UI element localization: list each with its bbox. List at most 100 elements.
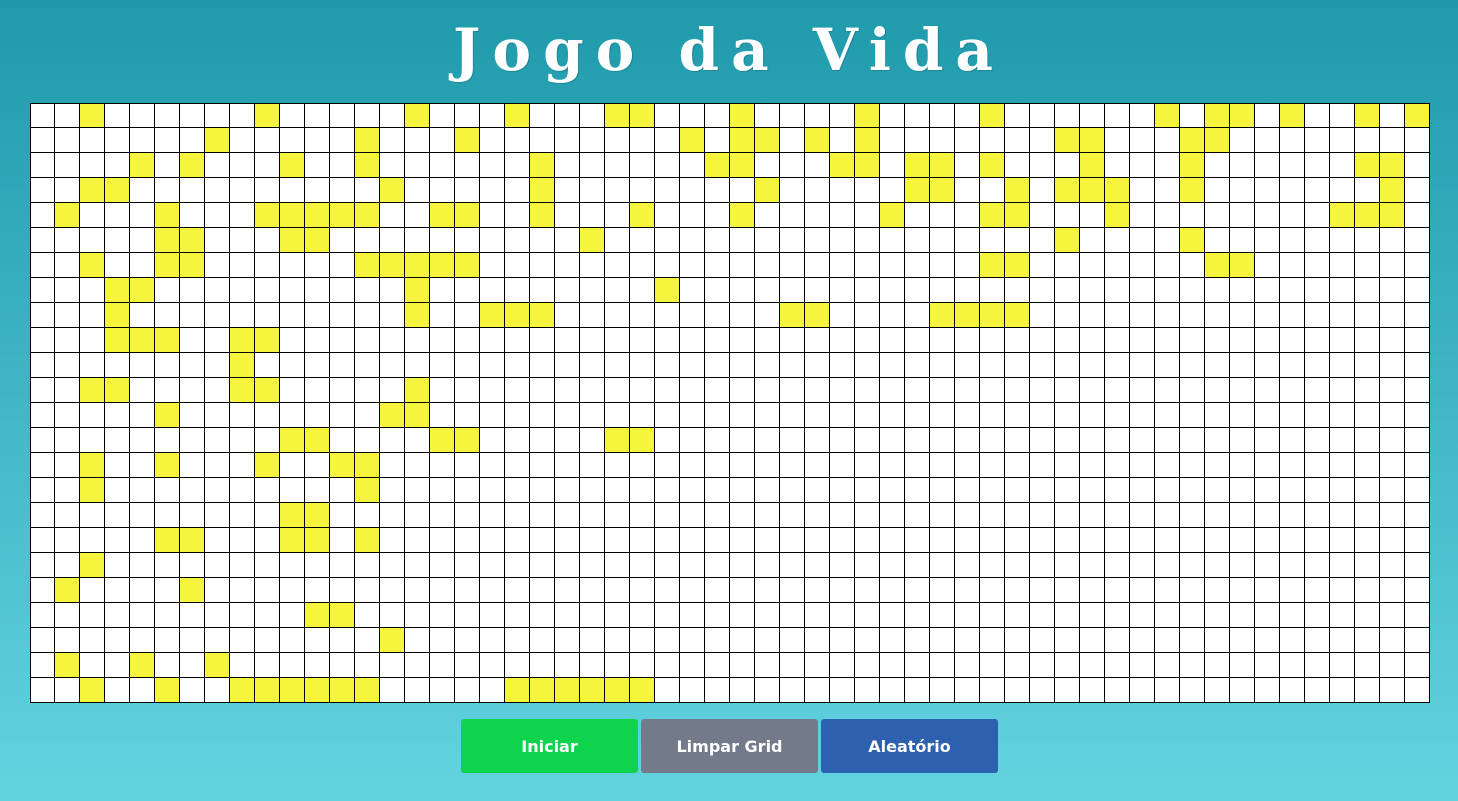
grid-cell[interactable] (555, 278, 580, 303)
grid-cell[interactable] (155, 378, 180, 403)
grid-cell[interactable] (430, 428, 455, 453)
grid-cell[interactable] (1180, 278, 1205, 303)
grid-cell[interactable] (1030, 678, 1055, 703)
grid-cell[interactable] (1255, 403, 1280, 428)
grid-cell[interactable] (455, 478, 480, 503)
grid-cell[interactable] (805, 153, 830, 178)
grid-cell[interactable] (580, 128, 605, 153)
grid-cell[interactable] (1330, 503, 1355, 528)
grid-cell[interactable] (605, 278, 630, 303)
grid-cell[interactable] (180, 453, 205, 478)
grid-cell[interactable] (605, 378, 630, 403)
grid-cell[interactable] (180, 203, 205, 228)
grid-cell[interactable] (155, 203, 180, 228)
grid-cell[interactable] (305, 553, 330, 578)
grid-cell[interactable] (1155, 453, 1180, 478)
grid-cell[interactable] (1180, 128, 1205, 153)
grid-cell[interactable] (980, 478, 1005, 503)
grid-cell[interactable] (1255, 253, 1280, 278)
grid-cell[interactable] (1180, 353, 1205, 378)
grid-cell[interactable] (755, 403, 780, 428)
grid-cell[interactable] (105, 503, 130, 528)
grid-cell[interactable] (680, 678, 705, 703)
grid-cell[interactable] (230, 603, 255, 628)
grid-cell[interactable] (1155, 478, 1180, 503)
grid-cell[interactable] (830, 403, 855, 428)
grid-cell[interactable] (805, 578, 830, 603)
grid-cell[interactable] (1255, 353, 1280, 378)
grid-cell[interactable] (1380, 328, 1405, 353)
grid-cell[interactable] (755, 653, 780, 678)
grid-cell[interactable] (1055, 503, 1080, 528)
grid-cell[interactable] (1280, 453, 1305, 478)
grid-cell[interactable] (1280, 578, 1305, 603)
grid-cell[interactable] (1080, 403, 1105, 428)
grid-cell[interactable] (330, 203, 355, 228)
grid-cell[interactable] (855, 378, 880, 403)
grid-cell[interactable] (955, 278, 980, 303)
grid-cell[interactable] (755, 553, 780, 578)
grid-cell[interactable] (1355, 528, 1380, 553)
grid-cell[interactable] (155, 453, 180, 478)
grid-cell[interactable] (1005, 628, 1030, 653)
grid-cell[interactable] (205, 128, 230, 153)
grid-cell[interactable] (80, 353, 105, 378)
grid-cell[interactable] (655, 228, 680, 253)
grid-cell[interactable] (1080, 628, 1105, 653)
grid-cell[interactable] (105, 628, 130, 653)
grid-cell[interactable] (205, 428, 230, 453)
grid-cell[interactable] (305, 278, 330, 303)
grid-cell[interactable] (1105, 103, 1130, 128)
grid-cell[interactable] (355, 653, 380, 678)
grid-cell[interactable] (180, 153, 205, 178)
grid-cell[interactable] (1055, 128, 1080, 153)
grid-cell[interactable] (180, 228, 205, 253)
grid-cell[interactable] (805, 428, 830, 453)
grid-cell[interactable] (430, 353, 455, 378)
grid-cell[interactable] (305, 228, 330, 253)
grid-cell[interactable] (155, 228, 180, 253)
grid-cell[interactable] (280, 453, 305, 478)
grid-cell[interactable] (630, 178, 655, 203)
grid-cell[interactable] (930, 253, 955, 278)
grid-cell[interactable] (155, 628, 180, 653)
grid-cell[interactable] (955, 653, 980, 678)
grid-cell[interactable] (55, 103, 80, 128)
grid-cell[interactable] (305, 578, 330, 603)
grid-cell[interactable] (355, 678, 380, 703)
grid-cell[interactable] (80, 228, 105, 253)
grid-cell[interactable] (530, 478, 555, 503)
grid-cell[interactable] (305, 503, 330, 528)
grid-cell[interactable] (630, 678, 655, 703)
grid-cell[interactable] (480, 503, 505, 528)
grid-cell[interactable] (1130, 278, 1155, 303)
grid-cell[interactable] (155, 403, 180, 428)
grid-cell[interactable] (1305, 128, 1330, 153)
grid-cell[interactable] (455, 678, 480, 703)
grid-cell[interactable] (605, 403, 630, 428)
grid-cell[interactable] (805, 253, 830, 278)
grid-cell[interactable] (1405, 178, 1430, 203)
grid-cell[interactable] (955, 253, 980, 278)
grid-cell[interactable] (530, 278, 555, 303)
grid-cell[interactable] (605, 178, 630, 203)
grid-cell[interactable] (30, 603, 55, 628)
grid-cell[interactable] (230, 303, 255, 328)
grid-cell[interactable] (1230, 578, 1255, 603)
grid-cell[interactable] (205, 503, 230, 528)
grid-cell[interactable] (455, 103, 480, 128)
grid-cell[interactable] (105, 103, 130, 128)
grid-cell[interactable] (280, 503, 305, 528)
grid-cell[interactable] (980, 178, 1005, 203)
grid-cell[interactable] (1080, 603, 1105, 628)
grid-cell[interactable] (1205, 178, 1230, 203)
grid-cell[interactable] (430, 328, 455, 353)
grid-cell[interactable] (730, 328, 755, 353)
grid-cell[interactable] (1230, 203, 1255, 228)
grid-cell[interactable] (330, 378, 355, 403)
grid-cell[interactable] (830, 503, 855, 528)
grid-cell[interactable] (630, 453, 655, 478)
grid-cell[interactable] (580, 453, 605, 478)
grid-cell[interactable] (955, 353, 980, 378)
grid-cell[interactable] (205, 153, 230, 178)
